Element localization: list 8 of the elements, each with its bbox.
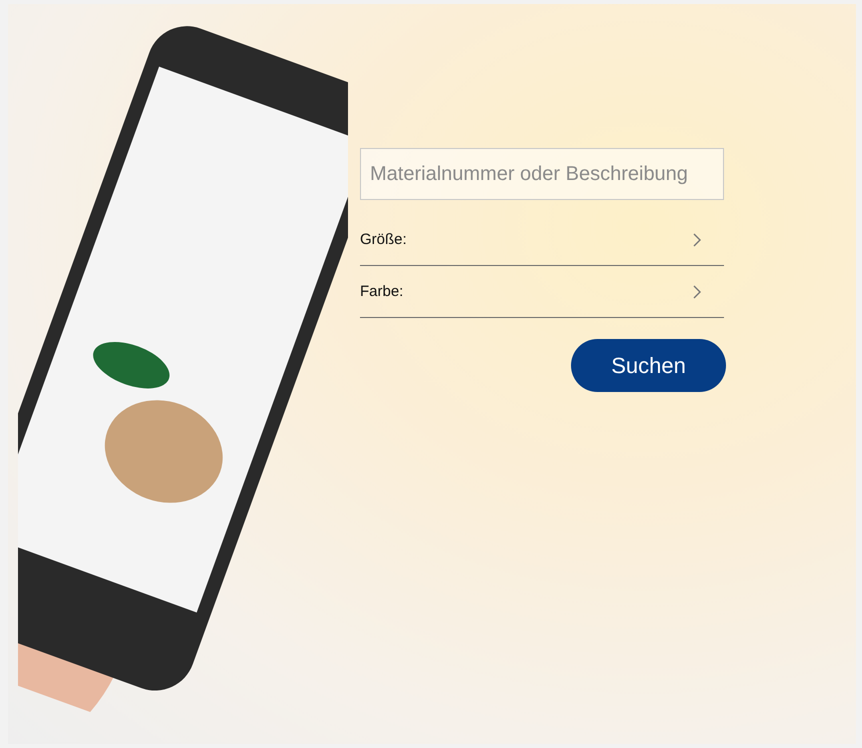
- filter-row[interactable]: Farbe:: [360, 266, 724, 318]
- search-button[interactable]: Suchen: [571, 339, 726, 392]
- filter-row[interactable]: Größe:: [360, 214, 724, 266]
- filter-label: Größe:: [360, 231, 407, 248]
- search-field[interactable]: Materialnummer oder Beschreibung: [360, 148, 724, 200]
- chevron-right-icon: [692, 232, 702, 248]
- chevron-right-icon: [692, 284, 702, 300]
- filter-label: Farbe:: [360, 283, 404, 300]
